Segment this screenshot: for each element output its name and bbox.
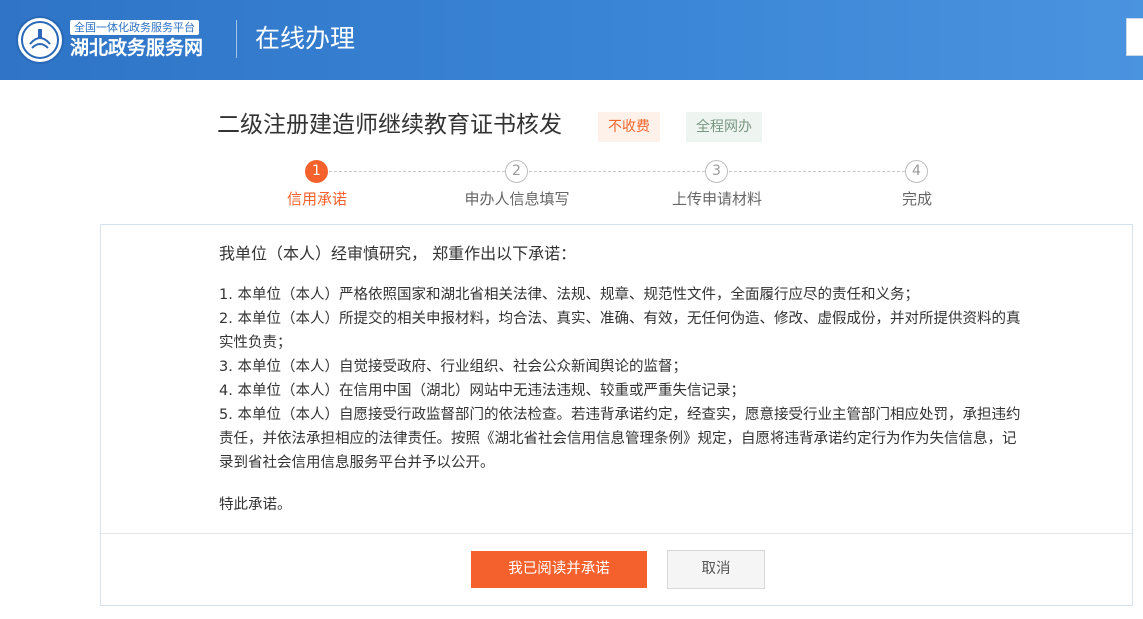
footer-divider	[101, 533, 1132, 534]
site-name[interactable]: 湖北政务服务网	[70, 36, 203, 60]
pledge-intro: 我单位（本人）经审慎研究， 郑重作出以下承诺：	[219, 244, 577, 263]
online-badge: 全程网办	[686, 112, 762, 142]
top-header: 全国一体化政务服务平台 湖北政务服务网 在线办理	[0, 0, 1143, 80]
step-1-indicator: 1	[305, 160, 328, 183]
cancel-button[interactable]: 取消	[667, 550, 765, 589]
agree-button[interactable]: 我已阅读并承诺	[471, 551, 647, 588]
pledge-closing: 特此承诺。	[219, 497, 292, 513]
platform-tag: 全国一体化政务服务平台	[70, 20, 199, 35]
step-2-indicator: 2	[505, 160, 528, 183]
pledge-clauses: 1. 本单位（本人）严格依照国家和湖北省相关法律、法规、规章、规范性文件，全面履…	[219, 283, 1029, 475]
pledge-clause: 2. 本单位（本人）所提交的相关申报材料，均合法、真实、准确、有效，无任何伪造、…	[219, 311, 1021, 351]
pledge-panel: 我单位（本人）经审慎研究， 郑重作出以下承诺： 1. 本单位（本人）严格依照国家…	[100, 224, 1133, 606]
step-4-indicator: 4	[905, 160, 928, 183]
pledge-clause: 5. 本单位（本人）自愿接受行政监督部门的依法检查。若违背承诺约定，经查实，愿意…	[219, 407, 1021, 471]
fee-badge: 不收费	[598, 112, 660, 142]
pledge-clause: 1. 本单位（本人）严格依照国家和湖北省相关法律、法规、规章、规范性文件，全面履…	[219, 287, 919, 303]
page-title: 在线办理	[255, 24, 356, 53]
step-connector	[529, 171, 705, 172]
header-divider	[236, 20, 237, 58]
service-title: 二级注册建造师继续教育证书核发	[217, 112, 562, 138]
hubei-gov-logo-icon[interactable]	[16, 16, 64, 64]
step-3-indicator: 3	[705, 160, 728, 183]
step-2-label: 申办人信息填写	[464, 190, 570, 208]
step-connector	[329, 171, 505, 172]
step-4-label: 完成	[901, 190, 932, 208]
step-connector	[729, 171, 905, 172]
header-search-input[interactable]	[1126, 18, 1143, 56]
pledge-clause: 3. 本单位（本人）自觉接受政府、行业组织、社会公众新闻舆论的监督；	[219, 359, 687, 375]
step-1-label: 信用承诺	[286, 190, 347, 208]
step-3-label: 上传申请材料	[671, 190, 762, 208]
pledge-clause: 4. 本单位（本人）在信用中国（湖北）网站中无违法违规、较重或严重失信记录；	[219, 383, 745, 399]
